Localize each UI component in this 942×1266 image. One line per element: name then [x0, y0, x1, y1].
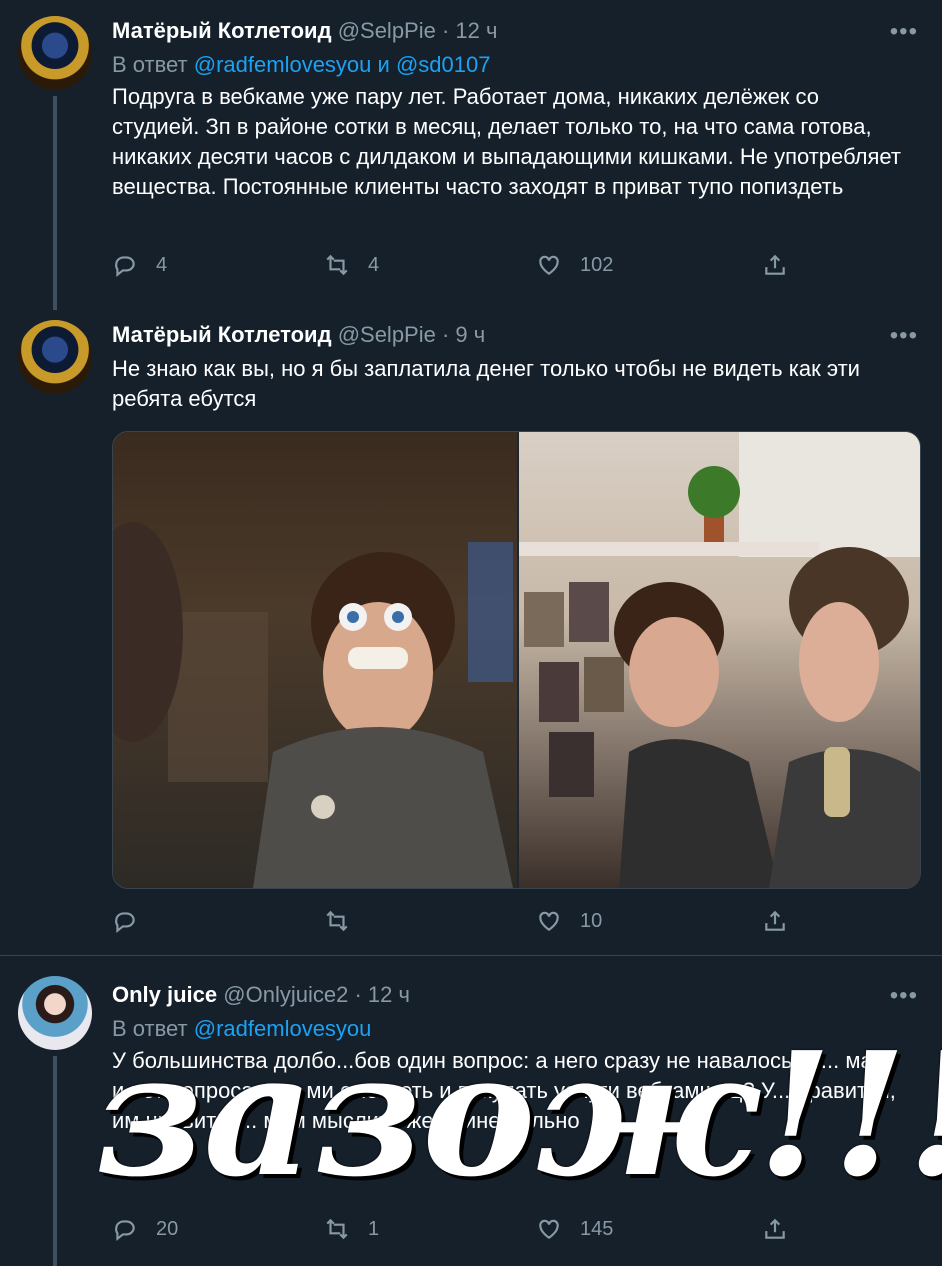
more-options-icon[interactable]: •••	[890, 982, 918, 1010]
thread-line	[53, 1056, 57, 1266]
thread-line	[53, 96, 57, 310]
retweet-icon	[326, 910, 348, 932]
tweet-time[interactable]: · 12 ч	[442, 18, 497, 43]
tweet-text: Не знаю как вы, но я бы заплатила денег …	[112, 356, 860, 411]
reply-prefix: В ответ	[112, 52, 188, 77]
reply-button[interactable]: 20	[112, 1212, 178, 1246]
avatar[interactable]	[18, 16, 92, 90]
retweet-button[interactable]	[324, 904, 368, 938]
avatar[interactable]	[18, 320, 92, 394]
mention-link[interactable]: @sd0107	[396, 52, 491, 77]
tweet-actions: 20 1 145	[112, 1212, 802, 1246]
avatar[interactable]	[18, 976, 92, 1050]
author-handle[interactable]: @SelpPie	[338, 322, 436, 347]
like-count: 10	[580, 909, 603, 932]
like-icon	[539, 911, 559, 931]
tweet-text: Подруга в вебкаме уже пару лет. Работает…	[112, 84, 901, 199]
share-icon	[765, 254, 785, 275]
author-name[interactable]: Only juice	[112, 982, 217, 1007]
tweet-header: Only juice @Onlyjuice2 · 12 ч	[112, 982, 410, 1008]
mention-and: и	[377, 52, 390, 77]
more-options-icon[interactable]: •••	[890, 18, 918, 46]
share-icon	[765, 1218, 785, 1239]
photo-left-illustration	[113, 522, 513, 888]
tweet-1[interactable]: Матёрый Котлетоид @SelpPie · 12 ч ••• В …	[0, 0, 942, 310]
share-button[interactable]	[762, 1212, 788, 1246]
author-handle[interactable]: @SelpPie	[338, 18, 436, 43]
photo-right[interactable]	[519, 432, 920, 888]
like-icon	[539, 255, 559, 275]
photo-left[interactable]	[113, 432, 517, 888]
reply-icon	[115, 912, 135, 934]
reply-icon	[115, 256, 135, 278]
share-button[interactable]	[762, 248, 788, 282]
overlay-caption: зазож!!!	[95, 1015, 942, 1215]
like-button[interactable]: 145	[536, 1212, 613, 1246]
tweet-actions: 4 4 102	[112, 248, 802, 282]
tweet-actions: 10	[112, 904, 802, 938]
reply-button[interactable]	[112, 904, 156, 938]
tweet-media[interactable]	[112, 431, 921, 889]
author-handle[interactable]: @Onlyjuice2	[223, 982, 348, 1007]
share-button[interactable]	[762, 904, 788, 938]
like-button[interactable]: 10	[536, 904, 602, 938]
retweet-count: 4	[368, 253, 380, 276]
like-icon	[539, 1219, 559, 1239]
like-count: 145	[580, 1217, 614, 1240]
retweet-count: 1	[368, 1217, 380, 1240]
tweet-header: Матёрый Котлетоид @SelpPie · 12 ч	[112, 18, 497, 44]
retweet-icon	[326, 1218, 348, 1240]
mention-link[interactable]: @radfemlovesyou	[194, 52, 372, 77]
more-options-icon[interactable]: •••	[890, 322, 918, 350]
photo-right-illustration	[519, 432, 920, 888]
author-name[interactable]: Матёрый Котлетоид	[112, 18, 332, 43]
reply-count: 20	[156, 1217, 179, 1240]
share-icon	[765, 910, 785, 931]
retweet-button[interactable]: 4	[324, 248, 379, 282]
tweet-header: Матёрый Котлетоид @SelpPie · 9 ч	[112, 322, 485, 348]
reply-count: 4	[156, 253, 168, 276]
tweet-time[interactable]: · 9 ч	[442, 322, 485, 347]
reply-context: В ответ @radfemlovesyou и @sd0107	[112, 52, 490, 78]
reply-button[interactable]: 4	[112, 248, 167, 282]
like-button[interactable]: 102	[536, 248, 613, 282]
reply-icon	[115, 1220, 135, 1242]
retweet-icon	[326, 254, 348, 276]
retweet-button[interactable]: 1	[324, 1212, 379, 1246]
tweet-time[interactable]: · 12 ч	[354, 982, 409, 1007]
author-name[interactable]: Матёрый Котлетоид	[112, 322, 332, 347]
like-count: 102	[580, 253, 614, 276]
